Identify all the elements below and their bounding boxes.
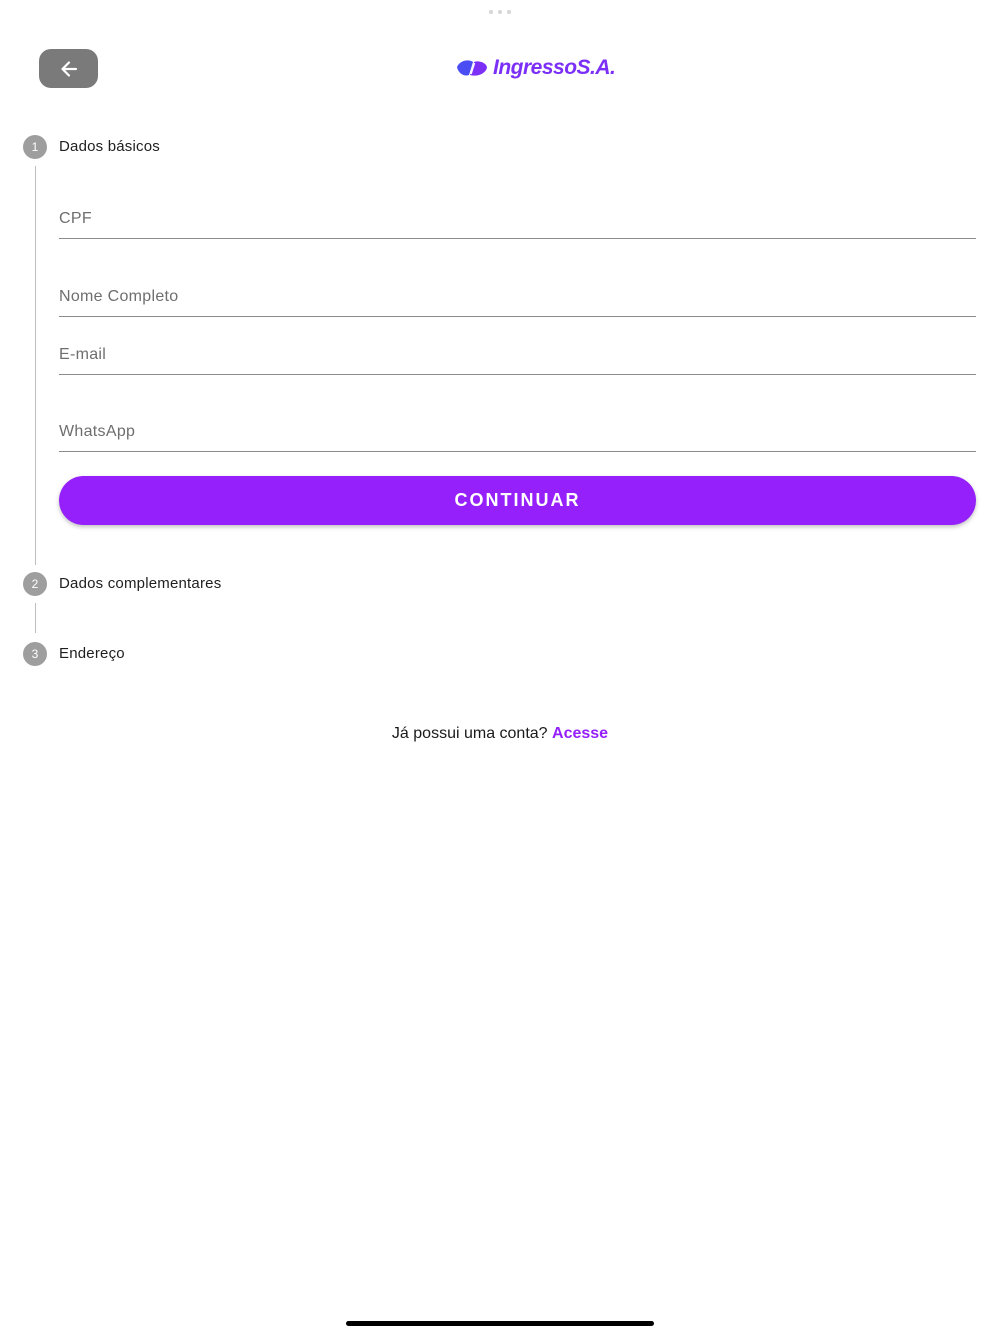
login-prompt: Já possui uma conta? Acesse: [0, 725, 1000, 743]
whatsapp-field[interactable]: [59, 412, 976, 452]
arrow-left-icon: [60, 60, 77, 77]
whatsapp-input[interactable]: [59, 412, 976, 451]
step-2-circle[interactable]: 2: [23, 572, 47, 596]
multitasking-dots[interactable]: [489, 10, 511, 14]
continue-button[interactable]: CONTINUAR: [59, 476, 976, 525]
email-field[interactable]: [59, 335, 976, 375]
step-3-circle[interactable]: 3: [23, 642, 47, 666]
step-2-label[interactable]: Dados complementares: [59, 575, 221, 592]
login-link[interactable]: Acesse: [552, 725, 608, 742]
dot: [489, 10, 493, 14]
dot: [507, 10, 511, 14]
full-name-input[interactable]: [59, 277, 976, 316]
cpf-field[interactable]: [59, 199, 976, 239]
step-1-label[interactable]: Dados básicos: [59, 138, 160, 155]
back-button[interactable]: [39, 49, 98, 88]
cpf-input[interactable]: [59, 199, 976, 238]
home-indicator[interactable]: [346, 1321, 654, 1326]
login-prompt-text: Já possui uma conta?: [391, 725, 548, 742]
step-2-connector: [35, 603, 36, 633]
dot: [498, 10, 502, 14]
step-1-circle[interactable]: 1: [23, 135, 47, 159]
logo: IngressoS.A.: [455, 52, 616, 84]
email-input[interactable]: [59, 335, 976, 374]
full-name-field[interactable]: [59, 277, 976, 317]
ticket-logo-icon: [457, 60, 487, 76]
step-3-label[interactable]: Endereço: [59, 645, 125, 662]
step-1-connector: [35, 166, 36, 565]
logo-text: IngressoS.A.: [493, 56, 616, 79]
